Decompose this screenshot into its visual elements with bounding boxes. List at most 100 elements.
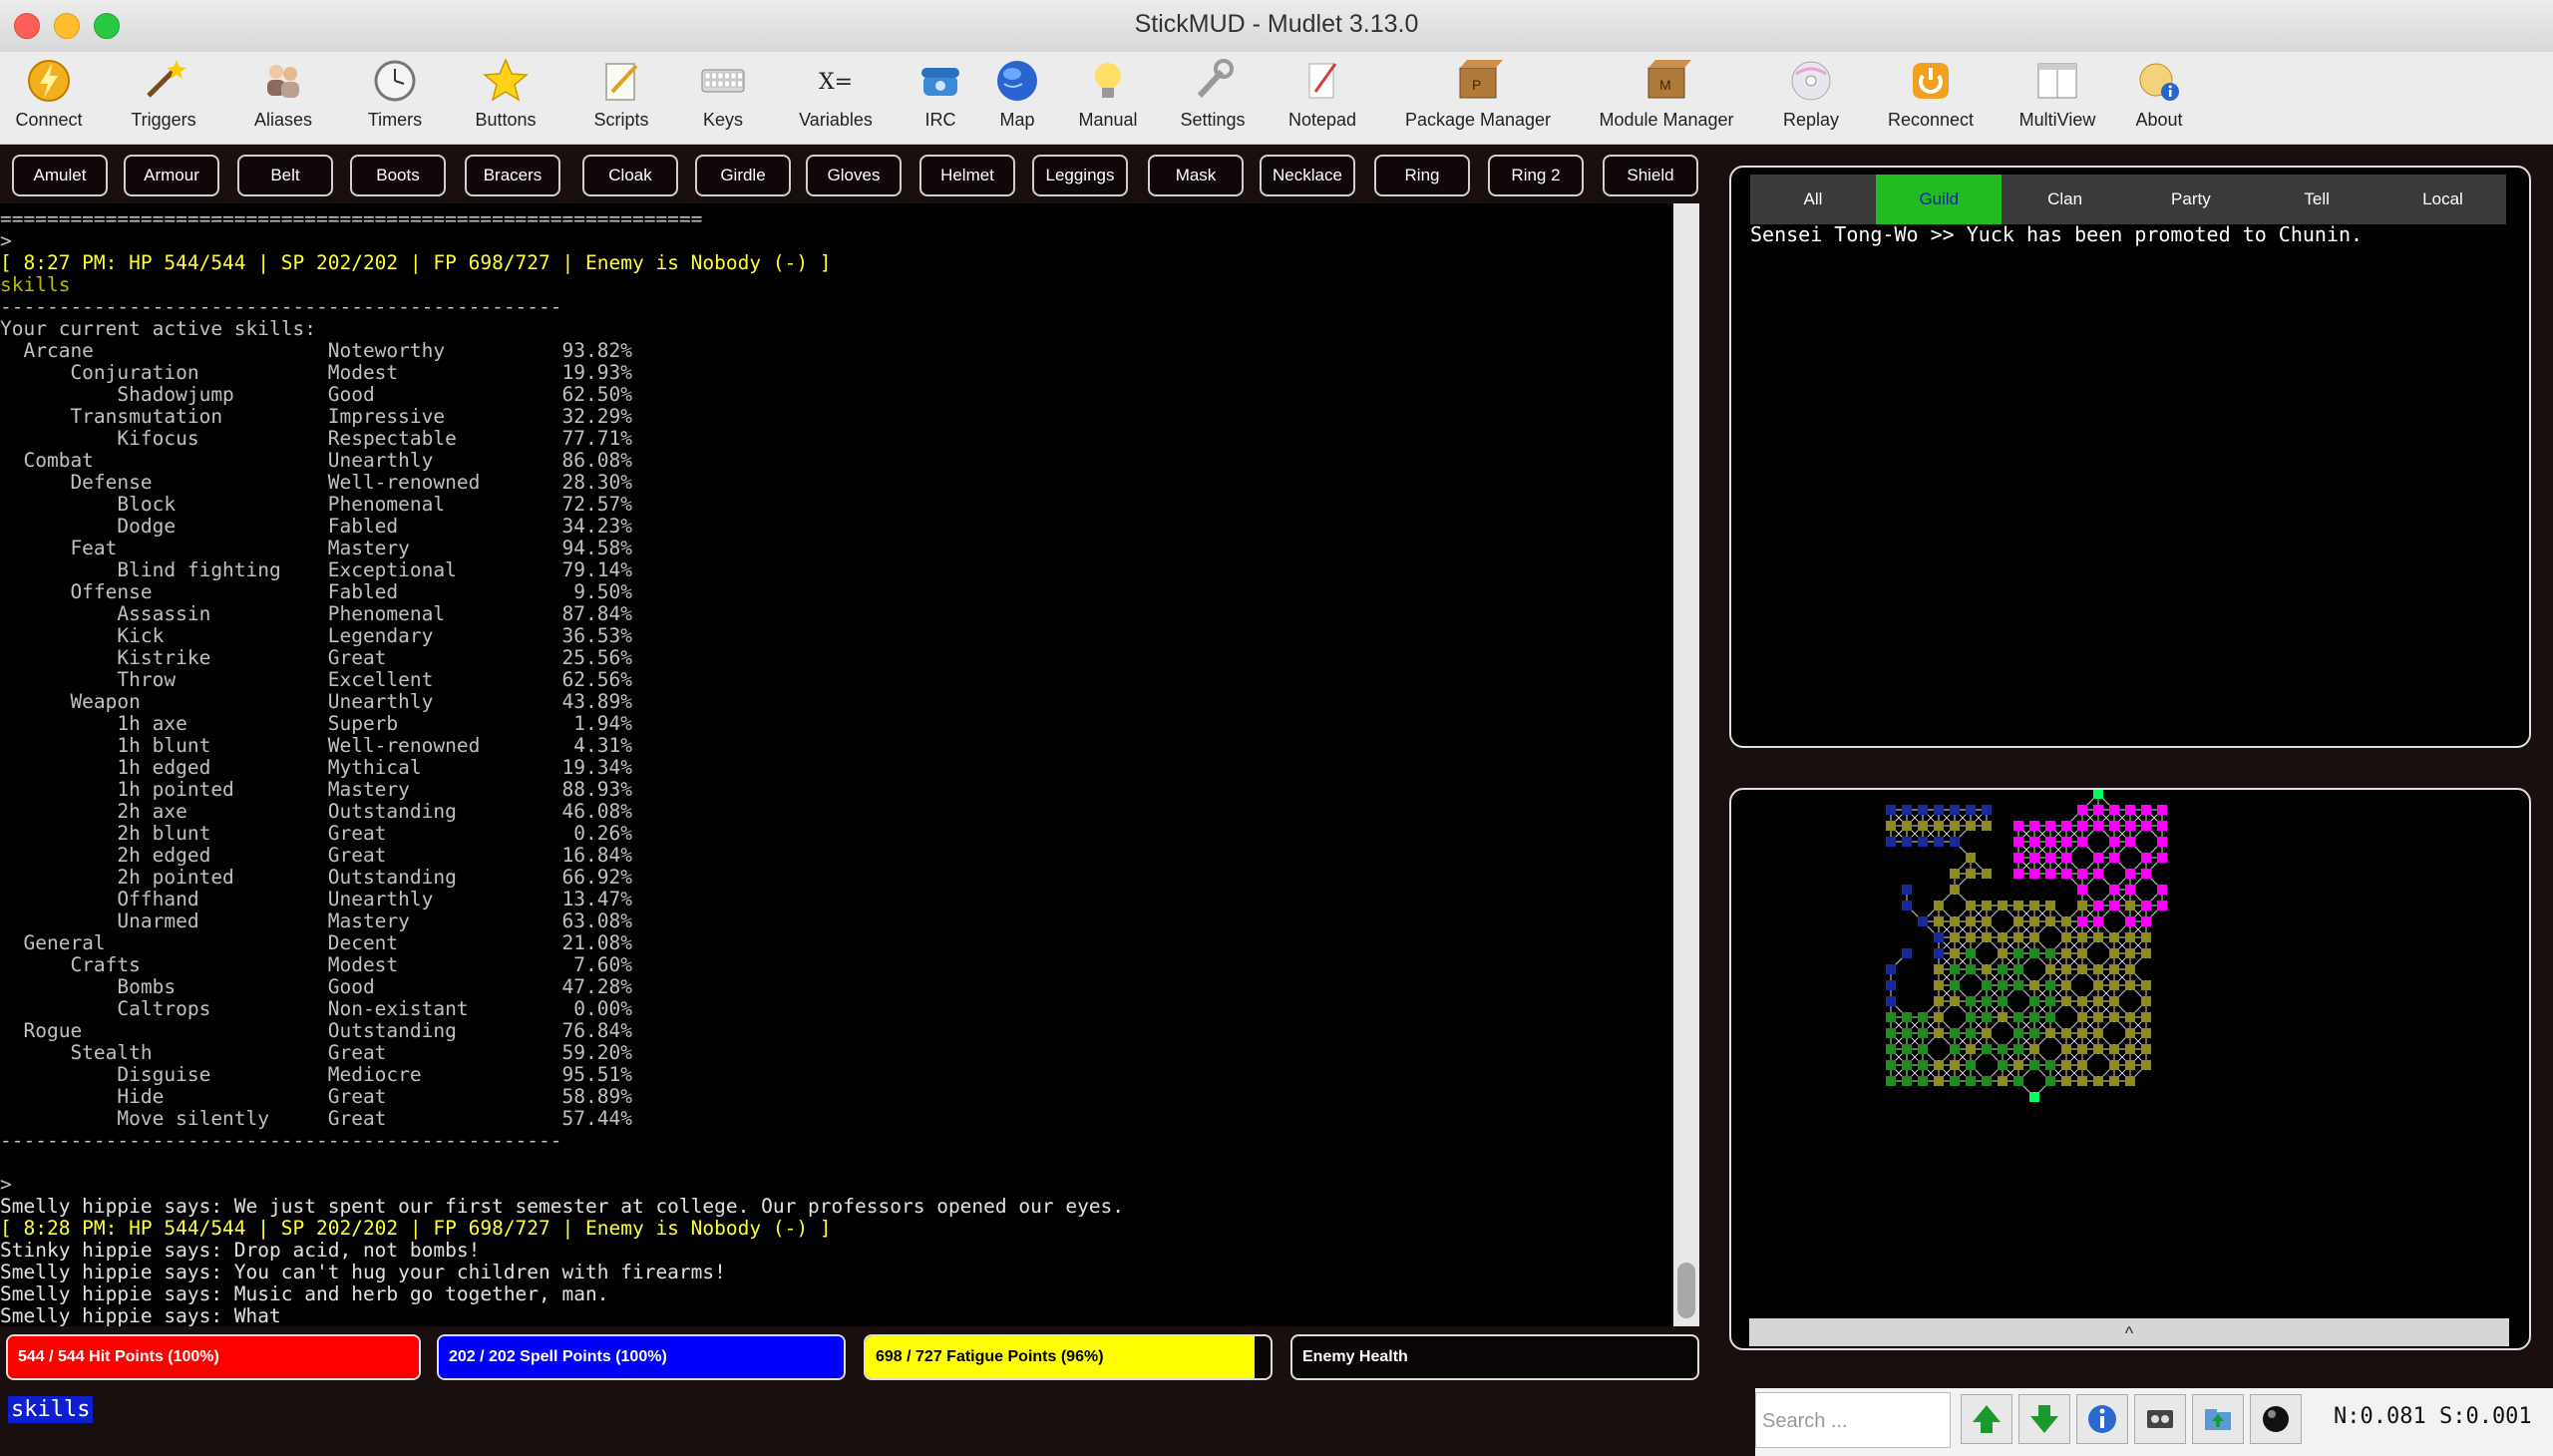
map-room[interactable] [2125, 980, 2135, 990]
map-room[interactable] [2061, 1044, 2071, 1054]
map-room[interactable] [2157, 837, 2167, 847]
map-room[interactable] [1934, 805, 1944, 815]
map-room[interactable] [2109, 948, 2119, 958]
map-room[interactable] [1918, 821, 1928, 831]
map-room[interactable] [1934, 1076, 1944, 1086]
map-room[interactable] [2077, 869, 2087, 879]
map-room[interactable] [2029, 916, 2039, 926]
map-room[interactable] [2141, 1012, 2151, 1022]
map-room[interactable] [1934, 901, 1944, 910]
map-room[interactable] [2013, 1044, 2023, 1054]
map-room[interactable] [2061, 1060, 2071, 1070]
map-room[interactable] [2093, 1076, 2103, 1086]
map-room[interactable] [2077, 1028, 2087, 1038]
map-room[interactable] [2093, 821, 2103, 831]
map-room[interactable] [2013, 1060, 2023, 1070]
map-room[interactable] [1950, 821, 1960, 831]
map-room[interactable] [2061, 980, 2071, 990]
map-room[interactable] [2141, 853, 2151, 863]
collapse-icon[interactable]: ^ [1749, 1318, 2509, 1348]
equip-shield-button[interactable]: Shield [1603, 155, 1698, 196]
map-room[interactable] [2109, 901, 2119, 910]
map-room[interactable] [2077, 901, 2087, 910]
map-room[interactable] [1918, 1060, 1928, 1070]
map-room[interactable] [2013, 964, 2023, 974]
map-room[interactable] [1902, 901, 1912, 910]
map-room[interactable] [2029, 821, 2039, 831]
map-room[interactable] [2045, 837, 2055, 847]
search-input[interactable]: Search ... [1755, 1392, 1951, 1448]
map-room[interactable] [1934, 964, 1944, 974]
map-room[interactable] [1966, 916, 1976, 926]
map-room[interactable] [2045, 853, 2055, 863]
up-arrow-icon[interactable] [1961, 1394, 2012, 1444]
map-room[interactable] [2109, 805, 2119, 815]
scrollbar-thumb[interactable] [1677, 1263, 1695, 1318]
map-room[interactable] [2045, 901, 2055, 910]
map-room[interactable] [1998, 901, 2007, 910]
map-room[interactable] [2109, 1044, 2119, 1054]
equip-boots-button[interactable]: Boots [350, 155, 446, 196]
map-room[interactable] [2045, 996, 2055, 1006]
map-room[interactable] [1950, 932, 1960, 942]
map-room[interactable] [2157, 805, 2167, 815]
map-room[interactable] [2109, 1076, 2119, 1086]
map-room[interactable] [2013, 821, 2023, 831]
map-room[interactable] [1982, 821, 1992, 831]
map-room[interactable] [1966, 805, 1976, 815]
map-room[interactable] [2061, 1076, 2071, 1086]
map-room[interactable] [2125, 869, 2135, 879]
map-room[interactable] [2141, 916, 2151, 926]
map-room[interactable] [2045, 1012, 2055, 1022]
map-room[interactable] [1886, 1028, 1896, 1038]
map-room[interactable] [1918, 805, 1928, 815]
map-room[interactable] [2029, 1092, 2039, 1102]
map-room[interactable] [1950, 996, 1960, 1006]
map-room[interactable] [2125, 964, 2135, 974]
console-scrollbar[interactable] [1673, 203, 1699, 1326]
toolbar-package-manager-button[interactable]: P Package Manager [1393, 52, 1563, 144]
map-room[interactable] [1950, 980, 1960, 990]
map-room[interactable] [1966, 1028, 1976, 1038]
toolbar-about-button[interactable]: About [2119, 52, 2199, 144]
map-room[interactable] [2125, 821, 2135, 831]
map-room[interactable] [2141, 980, 2151, 990]
map-room[interactable] [2029, 869, 2039, 879]
map-room[interactable] [2029, 996, 2039, 1006]
map-room[interactable] [2061, 1028, 2071, 1038]
map-room[interactable] [2061, 996, 2071, 1006]
map-room[interactable] [2077, 948, 2087, 958]
map-room[interactable] [2029, 1028, 2039, 1038]
map-room[interactable] [2077, 821, 2087, 831]
map-room[interactable] [2045, 821, 2055, 831]
command-input[interactable]: skills [8, 1396, 94, 1423]
map-room[interactable] [1918, 837, 1928, 847]
map-room[interactable] [2109, 1012, 2119, 1022]
map-room[interactable] [2125, 901, 2135, 910]
map-room[interactable] [1934, 821, 1944, 831]
map-room[interactable] [1934, 932, 1944, 942]
chat-tab-party[interactable]: Party [2128, 175, 2254, 224]
map-room[interactable] [1902, 1060, 1912, 1070]
map-room[interactable] [2093, 790, 2103, 799]
map-room[interactable] [1918, 1012, 1928, 1022]
map-collapse-bar[interactable]: ^ [1749, 1318, 2509, 1346]
map-room[interactable] [2109, 853, 2119, 863]
map-room[interactable] [1982, 964, 1992, 974]
toolbar-replay-button[interactable]: Replay [1766, 52, 1856, 144]
map-room[interactable] [1902, 1028, 1912, 1038]
map-room[interactable] [1982, 1076, 1992, 1086]
map-room[interactable] [2093, 980, 2103, 990]
map-room[interactable] [2093, 1012, 2103, 1022]
map-room[interactable] [2125, 1028, 2135, 1038]
map-room[interactable] [2013, 837, 2023, 847]
equip-ring-2-button[interactable]: Ring 2 [1488, 155, 1584, 196]
equip-armour-button[interactable]: Armour [124, 155, 219, 196]
map-room[interactable] [2125, 948, 2135, 958]
equip-bracers-button[interactable]: Bracers [465, 155, 560, 196]
map-room[interactable] [1902, 1076, 1912, 1086]
map-room[interactable] [1998, 980, 2007, 990]
chat-tab-all[interactable]: All [1750, 175, 1876, 224]
toolbar-reconnect-button[interactable]: Reconnect [1871, 52, 1991, 144]
map-room[interactable] [2013, 869, 2023, 879]
